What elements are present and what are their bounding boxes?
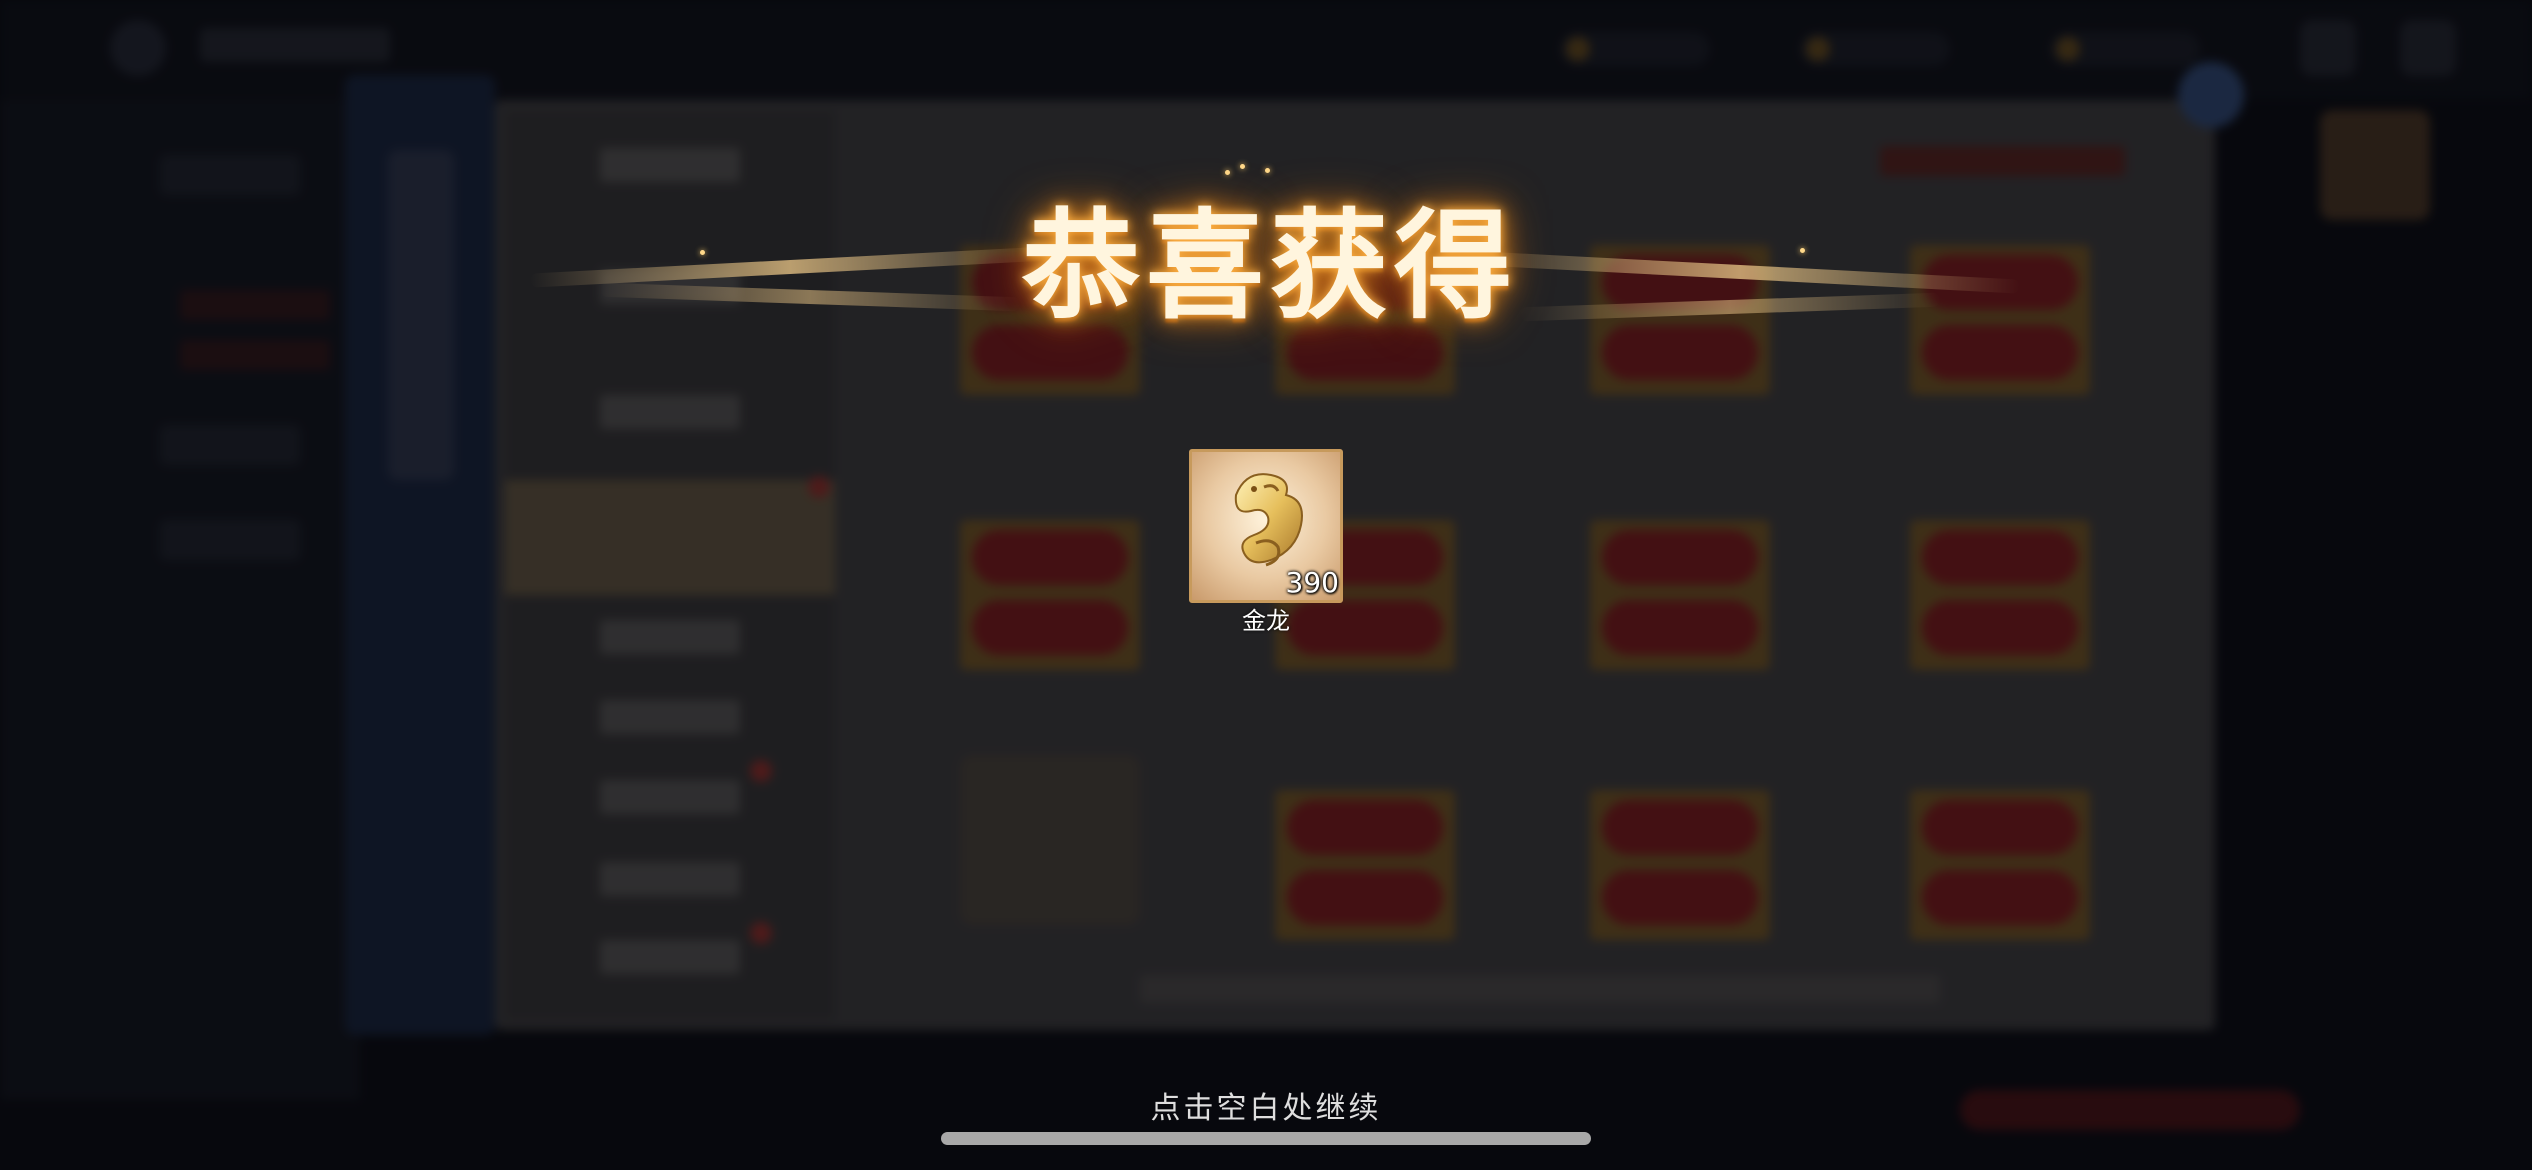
reward-count: 390 — [1285, 566, 1339, 599]
reward-item[interactable]: 390 — [1189, 449, 1343, 603]
congrats-title: 恭喜获得 — [1021, 196, 1518, 335]
tap-to-continue-hint: 点击空白处继续 — [1150, 1091, 1382, 1126]
sparkle — [1240, 164, 1245, 169]
reward-name: 金龙 — [1242, 607, 1290, 635]
home-indicator[interactable] — [941, 1132, 1591, 1145]
congrats-banner: 恭喜获得 — [520, 140, 2020, 370]
